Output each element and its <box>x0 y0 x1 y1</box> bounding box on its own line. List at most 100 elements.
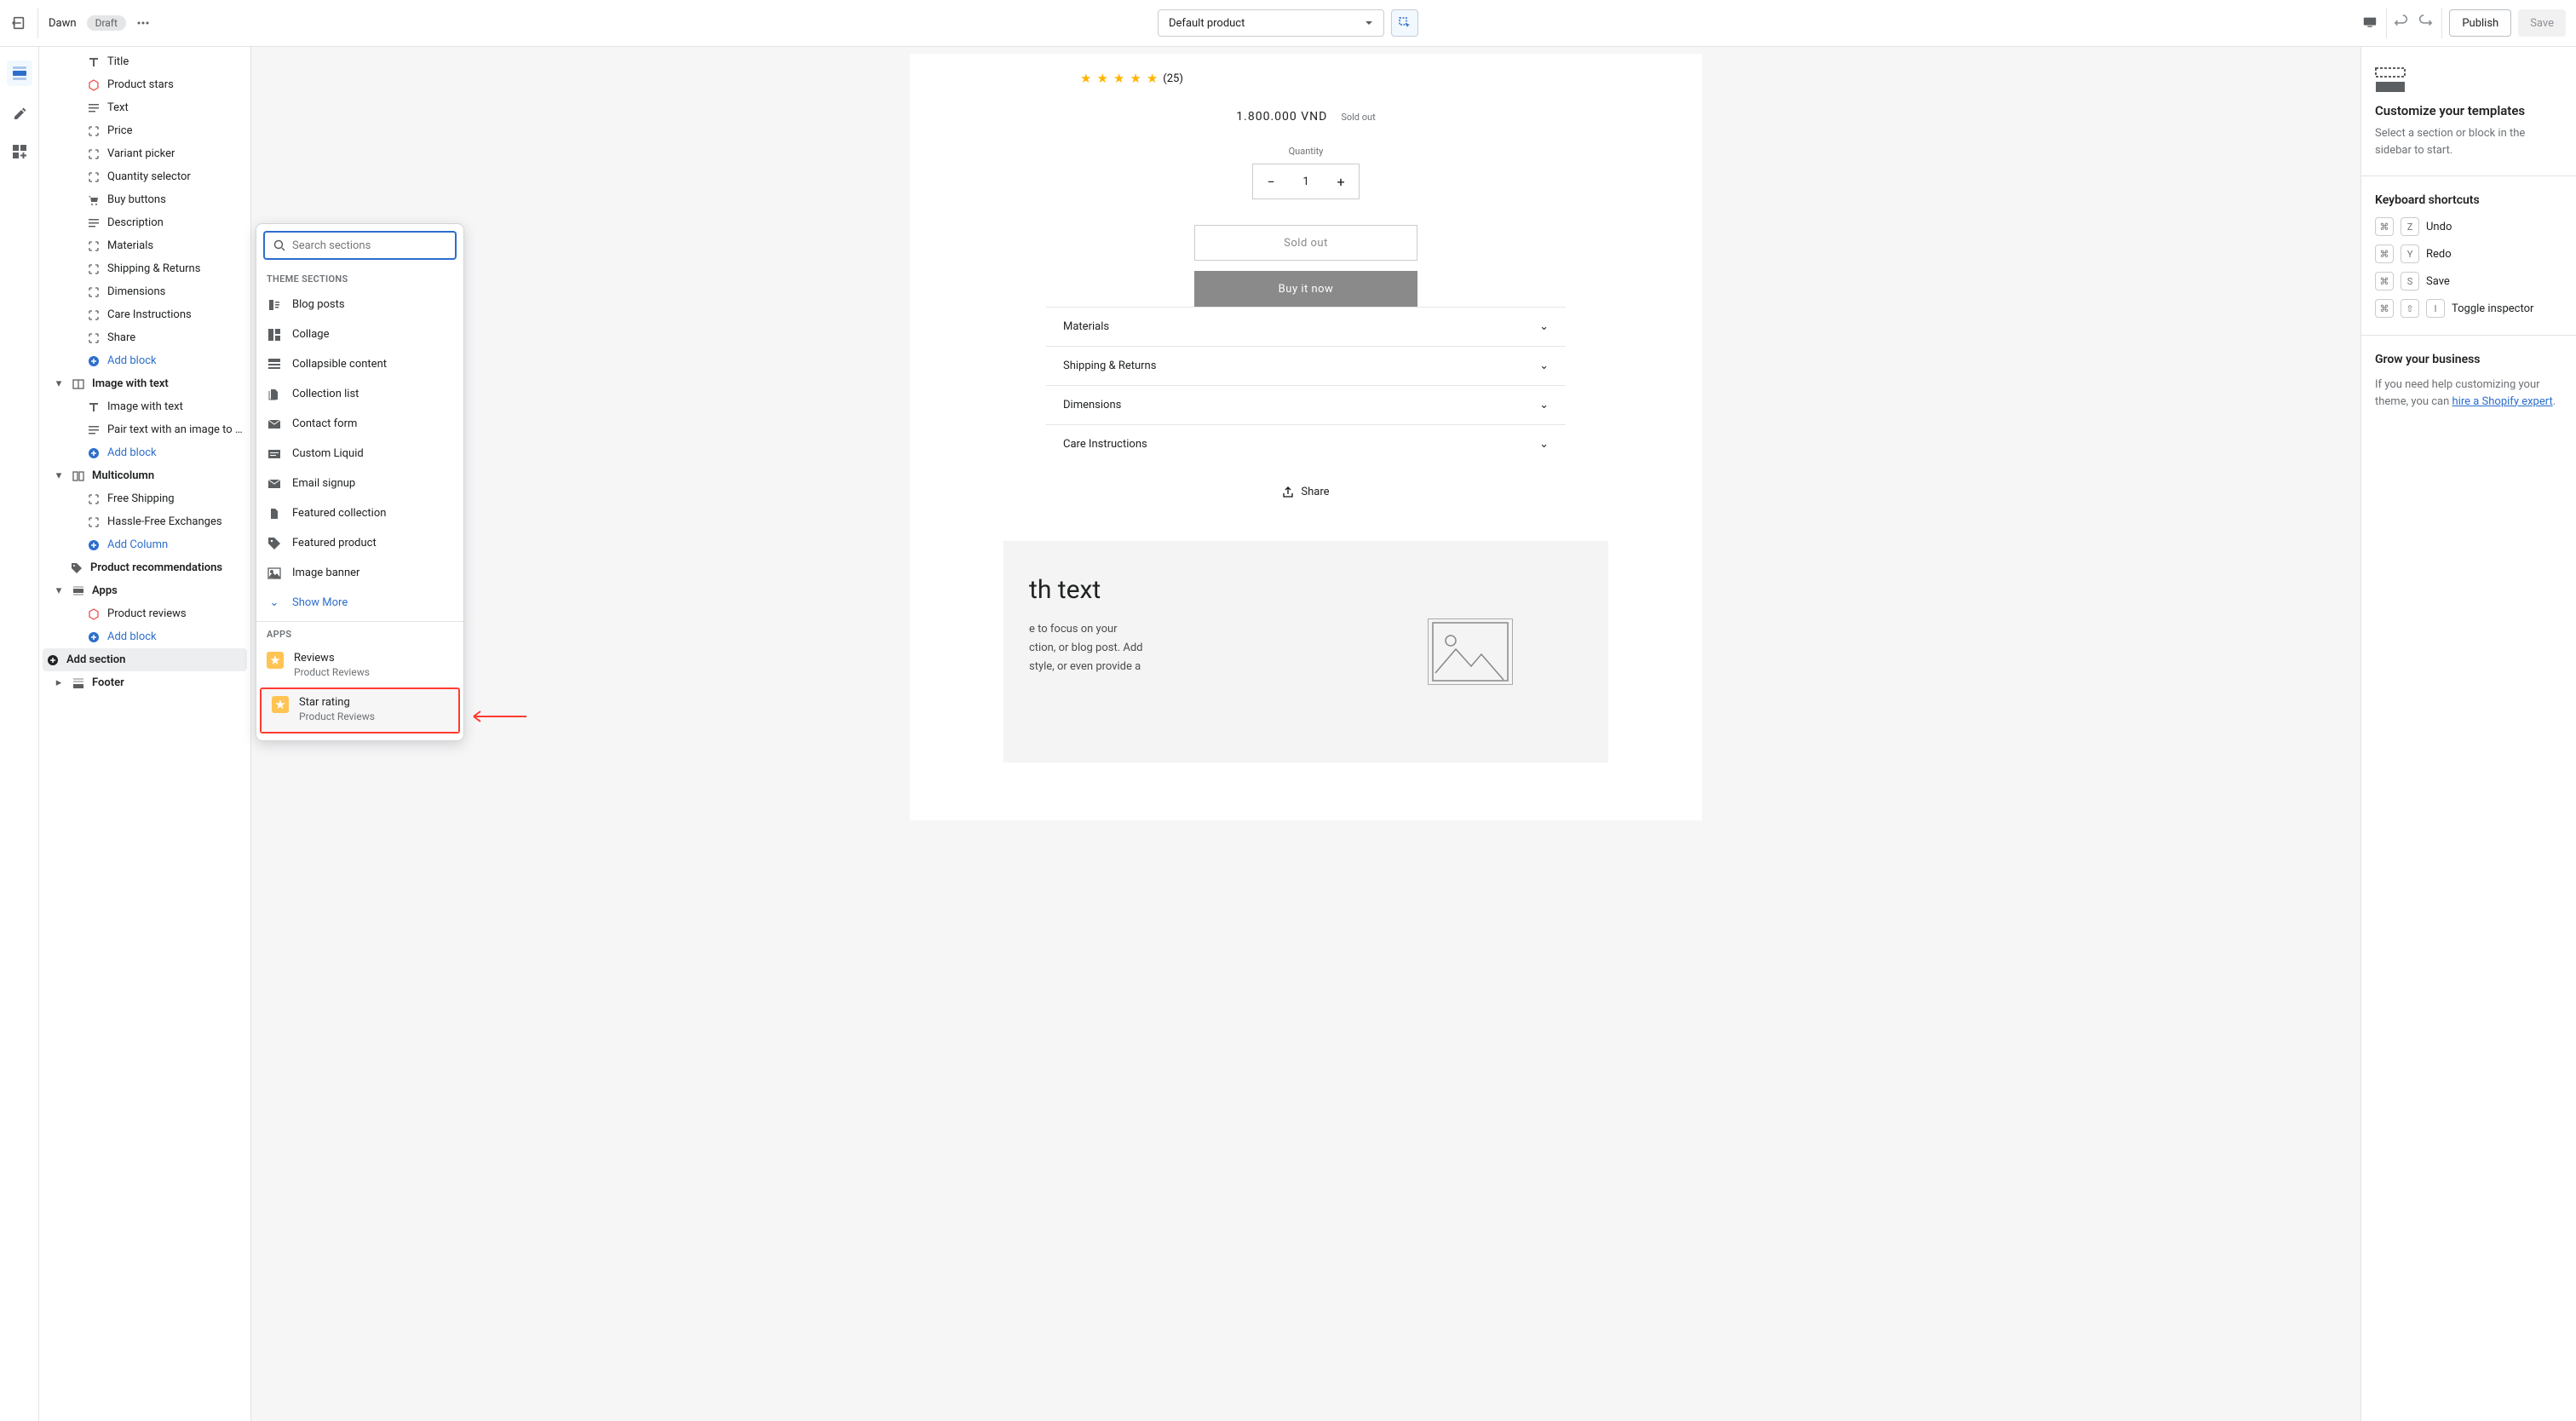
frame-icon <box>87 308 101 322</box>
image-icon <box>267 566 282 581</box>
inspector-toggle[interactable] <box>1391 9 1418 37</box>
template-select[interactable]: Default product <box>1158 9 1384 37</box>
z-key: Z <box>2401 217 2419 236</box>
block-product-reviews[interactable]: Product reviews <box>39 602 250 625</box>
block-text[interactable]: Text <box>39 96 250 119</box>
chevron-down-icon[interactable]: ▾ <box>53 377 65 390</box>
accordion-care[interactable]: Care Instructions⌄ <box>1046 424 1566 463</box>
imgtext-body: e to focus on yourction, or blog post. A… <box>1029 620 1306 676</box>
sidebar: Title Product stars Text Price Variant p… <box>39 47 251 1421</box>
search-sections-input[interactable] <box>292 239 446 252</box>
exit-icon[interactable] <box>10 14 27 32</box>
block-materials[interactable]: Materials <box>39 234 250 257</box>
block-image-with-text[interactable]: Image with text <box>39 395 250 418</box>
collection-icon <box>267 387 282 402</box>
app-reviews[interactable]: ★ReviewsProduct Reviews <box>256 645 463 687</box>
columns-icon <box>72 469 85 483</box>
section-custom-liquid[interactable]: Custom Liquid <box>256 439 463 469</box>
undo-icon[interactable] <box>2394 14 2411 32</box>
block-title[interactable]: Title <box>39 50 250 73</box>
topbar-center: Default product <box>259 9 2317 37</box>
image-with-text-section: th text e to focus on yourction, or blog… <box>1003 541 1608 762</box>
accordion-materials[interactable]: Materials⌄ <box>1046 307 1566 346</box>
block-care-instructions[interactable]: Care Instructions <box>39 303 250 326</box>
accordion-dimensions[interactable]: Dimensions⌄ <box>1046 385 1566 424</box>
section-image-with-text[interactable]: ▾Image with text <box>39 372 250 395</box>
paragraph-icon <box>87 216 101 230</box>
collage-icon <box>267 327 282 342</box>
block-description[interactable]: Description <box>39 211 250 234</box>
topbar: Dawn Draft Default product Publish Save <box>0 0 2576 47</box>
frame-icon <box>87 331 101 345</box>
preview-page: ★★★★★ (25) 1.800.000 VND Sold out Quanti… <box>910 54 1702 820</box>
section-apps[interactable]: ▾Apps <box>39 579 250 602</box>
block-price[interactable]: Price <box>39 119 250 142</box>
redo-icon[interactable] <box>2418 14 2435 32</box>
publish-button[interactable]: Publish <box>2449 9 2511 37</box>
section-featured-product[interactable]: Featured product <box>256 528 463 558</box>
app-star-rating[interactable]: ★Star ratingProduct Reviews <box>262 689 458 732</box>
share-row[interactable]: Share <box>910 486 1702 498</box>
section-image-banner[interactable]: Image banner <box>256 558 463 588</box>
grow-text: If you need help customizing your theme,… <box>2375 377 2562 410</box>
hire-expert-link[interactable]: hire a Shopify expert <box>2452 395 2553 408</box>
block-share[interactable]: Share <box>39 326 250 349</box>
plus-circle-icon <box>87 446 101 460</box>
more-icon[interactable] <box>136 16 150 30</box>
qty-decrease[interactable]: − <box>1253 174 1289 190</box>
section-collection-list[interactable]: Collection list <box>256 379 463 409</box>
section-footer[interactable]: ▸Footer <box>39 671 250 694</box>
frame-icon <box>87 239 101 253</box>
tag-icon <box>267 536 282 551</box>
block-hassle-free[interactable]: Hassle-Free Exchanges <box>39 510 250 533</box>
section-blog-posts[interactable]: Blog posts <box>256 290 463 319</box>
rail-apps-icon[interactable] <box>7 139 32 164</box>
add-section[interactable]: Add section <box>43 648 247 671</box>
block-variant-picker[interactable]: Variant picker <box>39 142 250 165</box>
section-featured-collection[interactable]: Featured collection <box>256 498 463 528</box>
block-quantity-selector[interactable]: Quantity selector <box>39 165 250 188</box>
add-block-1[interactable]: Add block <box>39 349 250 372</box>
rail-theme-icon[interactable] <box>7 100 32 125</box>
buynow-button[interactable]: Buy it now <box>1194 271 1417 307</box>
hexagon-icon <box>87 78 101 92</box>
rail-sections-icon[interactable] <box>7 60 32 86</box>
paragraph-icon <box>87 101 101 115</box>
add-block-3[interactable]: Add block <box>39 625 250 648</box>
search-icon <box>273 239 285 251</box>
soldout-button[interactable]: Sold out <box>1194 225 1417 261</box>
section-email-signup[interactable]: Email signup <box>256 469 463 498</box>
accordion-shipping[interactable]: Shipping & Returns⌄ <box>1046 346 1566 385</box>
soldout-tag: Sold out <box>1341 112 1375 123</box>
block-shipping-returns[interactable]: Shipping & Returns <box>39 257 250 280</box>
section-product-recs[interactable]: Product recommendations <box>39 556 250 579</box>
add-column[interactable]: Add Column <box>39 533 250 556</box>
section-contact-form[interactable]: Contact form <box>256 409 463 439</box>
frame-icon <box>87 170 101 184</box>
right-panel: Customize your templates Select a sectio… <box>2360 47 2576 1421</box>
chevron-down-icon[interactable]: ▾ <box>53 584 65 597</box>
section-collapsible[interactable]: Collapsible content <box>256 349 463 379</box>
block-free-shipping[interactable]: Free Shipping <box>39 487 250 510</box>
qty-increase[interactable]: + <box>1323 174 1359 190</box>
chevron-right-icon[interactable]: ▸ <box>53 676 65 689</box>
block-pair-text[interactable]: Pair text with an image to fo... <box>39 418 250 441</box>
shortcut-inspector: ⌘⇧IToggle inspector <box>2375 299 2562 318</box>
add-block-2[interactable]: Add block <box>39 441 250 464</box>
shortcut-save: ⌘SSave <box>2375 272 2562 291</box>
add-section-popover: THEME SECTIONS Blog posts Collage Collap… <box>256 223 464 741</box>
section-multicolumn[interactable]: ▾Multicolumn <box>39 464 250 487</box>
grow-heading: Grow your business <box>2375 353 2562 366</box>
chevron-down-icon[interactable]: ▾ <box>53 469 65 482</box>
search-sections-box[interactable] <box>263 231 457 260</box>
block-product-stars[interactable]: Product stars <box>39 73 250 96</box>
preview-canvas: ★★★★★ (25) 1.800.000 VND Sold out Quanti… <box>251 47 2360 1421</box>
block-dimensions[interactable]: Dimensions <box>39 280 250 303</box>
annotation-highlight: ★Star ratingProduct Reviews <box>260 687 460 734</box>
desktop-icon[interactable] <box>2362 14 2379 32</box>
frame-icon <box>87 285 101 299</box>
block-buy-buttons[interactable]: Buy buttons <box>39 188 250 211</box>
show-more[interactable]: ⌄Show More <box>256 588 463 618</box>
section-collage[interactable]: Collage <box>256 319 463 349</box>
chevron-down-icon: ⌄ <box>1539 399 1549 411</box>
